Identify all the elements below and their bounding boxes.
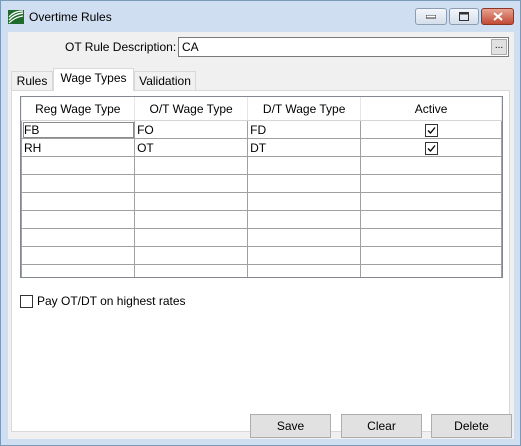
empty-row[interactable] [21,246,502,265]
maximize-button[interactable] [449,8,479,25]
window-title: Overtime Rules [29,10,112,24]
empty-cell[interactable] [247,174,362,193]
empty-cell[interactable] [21,174,136,193]
reg-wage-type-cell[interactable]: FB [21,120,136,139]
close-icon [492,12,503,21]
empty-cell[interactable] [21,210,136,229]
active-checkbox[interactable] [424,123,438,137]
empty-cell[interactable] [360,174,502,193]
column-header-ot-wage-type[interactable]: O/T Wage Type [134,97,249,121]
clear-button[interactable]: Clear [341,414,422,438]
empty-row[interactable] [21,174,502,193]
empty-cell[interactable] [134,246,249,265]
ellipsis-button[interactable]: ... [491,39,507,55]
wage-types-grid[interactable]: Reg Wage Type O/T Wage Type D/T Wage Typ… [20,96,503,278]
empty-cell[interactable] [134,210,249,229]
empty-cell[interactable] [21,156,136,175]
close-button[interactable] [481,8,514,25]
ot-rule-description-value: CA [182,40,199,54]
empty-row[interactable] [21,228,502,247]
empty-cell[interactable] [247,192,362,211]
empty-cell[interactable] [21,264,136,277]
title-bar: Overtime Rules [1,1,520,33]
empty-row[interactable] [21,210,502,229]
app-logo-icon [8,10,24,24]
active-cell[interactable] [360,138,502,157]
empty-cell[interactable] [134,264,249,277]
checkmark-icon [427,144,436,152]
empty-cell[interactable] [247,210,362,229]
empty-cell[interactable] [21,246,136,265]
tab-rules[interactable]: Rules [11,71,53,91]
save-button[interactable]: Save [250,414,331,438]
wage-types-table: Reg Wage Type O/T Wage Type D/T Wage Typ… [21,97,502,277]
empty-cell[interactable] [360,228,502,247]
overtime-rules-window: Overtime Rules OT Rule Description: CA .… [0,0,521,446]
ot-wage-type-cell[interactable]: FO [134,120,249,139]
table-row[interactable]: RH OT DT [21,138,502,157]
column-header-reg-wage-type[interactable]: Reg Wage Type [21,97,136,121]
empty-cell[interactable] [360,264,502,277]
column-header-dt-wage-type[interactable]: D/T Wage Type [247,97,362,121]
empty-cell[interactable] [360,192,502,211]
column-header-active[interactable]: Active [360,97,502,121]
empty-cell[interactable] [21,192,136,211]
delete-button[interactable]: Delete [431,414,512,438]
empty-cell[interactable] [247,228,362,247]
maximize-icon [459,12,469,21]
minimize-icon [426,14,436,18]
empty-cell[interactable] [21,228,136,247]
pay-highest-rates-label: Pay OT/DT on highest rates [37,294,186,308]
reg-wage-type-cell[interactable]: RH [21,138,136,157]
wage-types-panel: Reg Wage Type O/T Wage Type D/T Wage Typ… [11,90,510,432]
empty-cell[interactable] [247,264,362,277]
checkmark-icon [427,126,436,134]
dialog-body: OT Rule Description: CA ... Rules Wage T… [8,32,514,439]
empty-row[interactable] [21,192,502,211]
empty-cell[interactable] [360,246,502,265]
empty-cell[interactable] [134,228,249,247]
empty-cell[interactable] [247,156,362,175]
minimize-button[interactable] [415,8,447,25]
empty-cell[interactable] [134,192,249,211]
pay-highest-rates-checkbox[interactable] [20,294,33,308]
empty-cell[interactable] [134,156,249,175]
dt-wage-type-cell[interactable]: FD [247,120,362,139]
ot-rule-description-field[interactable]: CA ... [178,37,509,57]
pay-highest-rates-option[interactable]: Pay OT/DT on highest rates [20,294,186,308]
tab-wage-types[interactable]: Wage Types [53,68,134,91]
table-row[interactable]: FB FO FD [21,120,502,139]
empty-row[interactable] [21,156,502,175]
ot-wage-type-cell[interactable]: OT [134,138,249,157]
tab-validation[interactable]: Validation [134,71,196,91]
empty-cell[interactable] [134,174,249,193]
dt-wage-type-cell[interactable]: DT [247,138,362,157]
active-cell[interactable] [360,120,502,139]
empty-row[interactable] [21,264,502,277]
empty-cell[interactable] [360,156,502,175]
empty-cell[interactable] [247,246,362,265]
empty-cell[interactable] [360,210,502,229]
active-checkbox[interactable] [424,141,438,155]
ot-rule-description-label: OT Rule Description: [65,40,177,54]
